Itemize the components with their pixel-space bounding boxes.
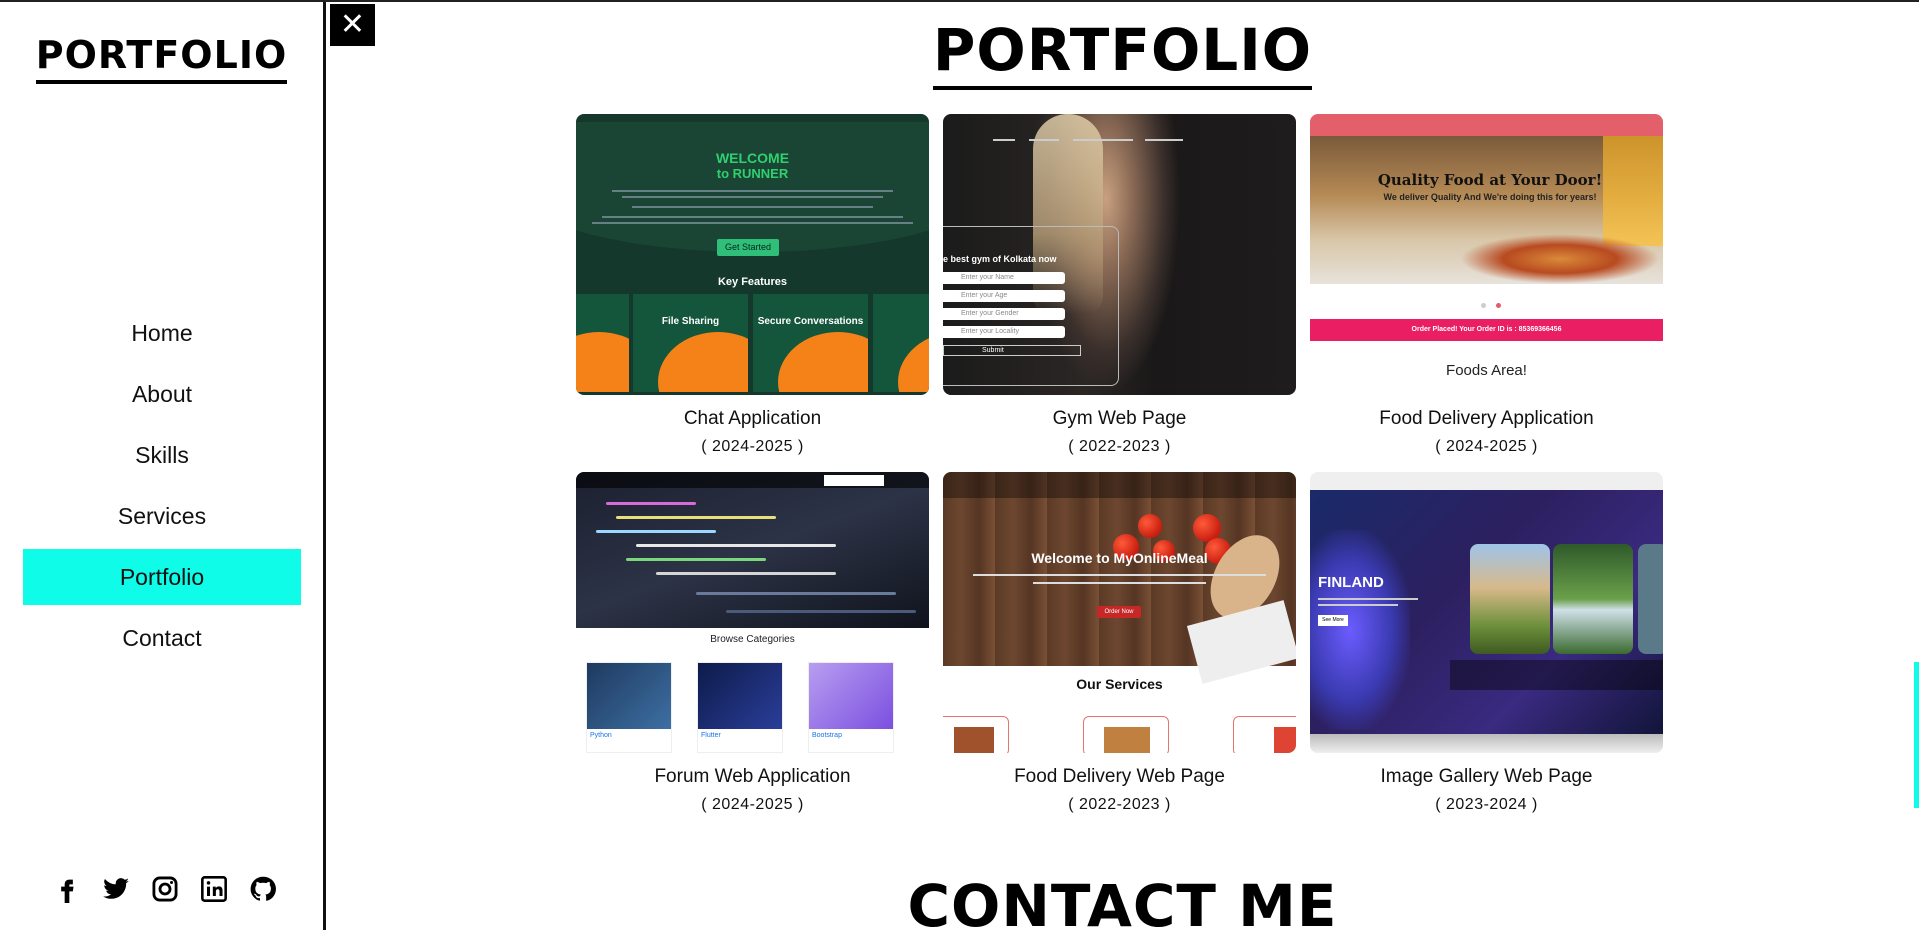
project-title: Chat Application: [683, 408, 822, 429]
portfolio-section-title: PORTFOLIO: [326, 14, 1919, 90]
project-thumbnail: Browse Categories Python Flutter Bootstr…: [576, 472, 929, 753]
thumb-text: e best gym of Kolkata now: [943, 254, 1057, 264]
project-thumbnail: FINLAND See More: [1310, 472, 1663, 753]
thumb-button: Get Started: [717, 239, 779, 256]
thumb-text: We deliver Quality And We're doing this …: [1383, 192, 1597, 202]
project-years: ( 2023-2024 ): [1435, 796, 1538, 813]
thumb-text: Our Services: [1076, 676, 1163, 692]
nav-item-skills[interactable]: Skills: [23, 427, 301, 483]
project-card-food-delivery-web-page[interactable]: Welcome to MyOnlineMeal Order Now Our Se…: [943, 472, 1296, 830]
thumb-text: Flutter: [701, 732, 721, 739]
nav-item-about[interactable]: About: [23, 366, 301, 422]
project-title: Gym Web Page: [1052, 408, 1187, 429]
carousel-dots: [1476, 295, 1506, 313]
project-card-food-delivery-application[interactable]: Quality Food at Your Door! We deliver Qu…: [1310, 114, 1663, 472]
thumb-button: Submit: [943, 345, 1081, 356]
linkedin-icon[interactable]: [197, 872, 231, 906]
contact-heading: CONTACT ME: [907, 872, 1338, 930]
thumb-button: Order Now: [1097, 606, 1141, 618]
sidebar-nav: Home About Skills Services Portfolio Con…: [23, 305, 301, 671]
brand-title: PORTFOLIO: [35, 32, 288, 84]
project-thumbnail: WELCOME to RUNNER Get Started Key Featur…: [576, 114, 929, 395]
project-years: ( 2024-2025 ): [1435, 438, 1538, 455]
nav-item-home[interactable]: Home: [23, 305, 301, 361]
project-title: Image Gallery Web Page: [1380, 766, 1593, 787]
facebook-icon[interactable]: [50, 872, 84, 906]
thumb-text: Python: [590, 732, 612, 739]
page-title: PORTFOLIO: [932, 14, 1313, 90]
project-card-image-gallery-web-page[interactable]: FINLAND See More Image Gallery Web Page …: [1310, 472, 1663, 830]
thumb-text: FINLAND: [1318, 574, 1384, 591]
project-years: ( 2024-2025 ): [701, 796, 804, 813]
project-thumbnail: Quality Food at Your Door! We deliver Qu…: [1310, 114, 1663, 395]
thumb-text: Key Features: [717, 276, 788, 288]
project-years: ( 2022-2023 ): [1068, 438, 1171, 455]
thumb-text: Browse Categories: [710, 634, 795, 645]
thumb-input: Enter your Age: [943, 290, 1065, 302]
contact-section-title: CONTACT ME: [326, 870, 1919, 930]
thumb-text: Secure Conversations: [757, 316, 864, 327]
project-thumbnail: Welcome to MyOnlineMeal Order Now Our Se…: [943, 472, 1296, 753]
thumb-text: Order Placed! Your Order ID is : 8536936…: [1310, 319, 1663, 341]
project-card-gym-web-page[interactable]: e best gym of Kolkata now Enter your Nam…: [943, 114, 1296, 472]
thumb-text: File Sharing: [661, 316, 720, 327]
project-title: Forum Web Application: [654, 766, 851, 787]
nav-item-services[interactable]: Services: [23, 488, 301, 544]
thumb-text: Bootstrap: [812, 732, 842, 739]
github-icon[interactable]: [246, 872, 280, 906]
thumb-paragraph-lines: [592, 186, 913, 228]
project-card-chat-application[interactable]: WELCOME to RUNNER Get Started Key Featur…: [576, 114, 929, 472]
project-thumbnail: e best gym of Kolkata now Enter your Nam…: [943, 114, 1296, 395]
sidebar: PORTFOLIO Home About Skills Services Por…: [0, 2, 326, 930]
page: PORTFOLIO Home About Skills Services Por…: [0, 0, 1919, 930]
instagram-icon[interactable]: [148, 872, 182, 906]
nav-item-portfolio[interactable]: Portfolio: [23, 549, 301, 605]
thumb-text: to RUNNER: [716, 166, 789, 181]
project-years: ( 2022-2023 ): [1068, 796, 1171, 813]
portfolio-grid: WELCOME to RUNNER Get Started Key Featur…: [576, 114, 1664, 830]
thumb-text: Quality Food at Your Door!: [1377, 171, 1603, 189]
thumb-button: See More: [1318, 615, 1348, 626]
thumb-input: Enter your Name: [943, 272, 1065, 284]
thumb-input: Enter your Gender: [943, 308, 1065, 320]
thumb-input: Enter your Locality: [943, 326, 1065, 338]
social-links: [50, 872, 280, 906]
project-card-forum-web-application[interactable]: Browse Categories Python Flutter Bootstr…: [576, 472, 929, 830]
scroll-indicator[interactable]: [1914, 662, 1919, 808]
thumb-text: WELCOME: [715, 150, 790, 166]
thumb-text: Foods Area!: [1446, 362, 1527, 379]
nav-item-contact[interactable]: Contact: [23, 610, 301, 666]
thumb-text: Welcome to MyOnlineMeal: [1031, 550, 1208, 566]
project-years: ( 2024-2025 ): [701, 438, 804, 455]
project-title: Food Delivery Web Page: [1014, 766, 1225, 787]
twitter-icon[interactable]: [99, 872, 133, 906]
project-title: Food Delivery Application: [1379, 408, 1594, 429]
brand-logo[interactable]: PORTFOLIO: [0, 32, 323, 84]
